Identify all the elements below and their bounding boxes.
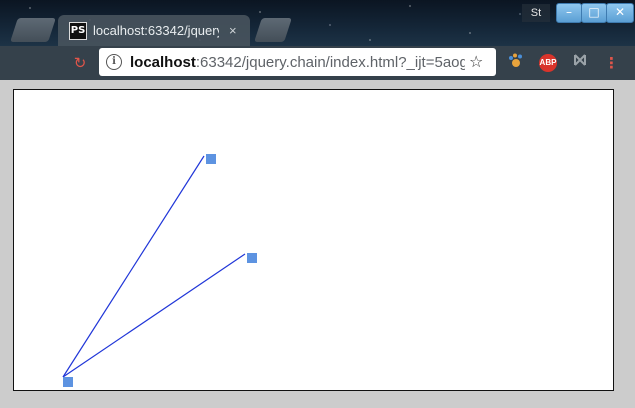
url-text[interactable]: localhost:63342/jquery.chain/index.html?… [130, 54, 465, 71]
puzzle-extension-icon[interactable] [570, 52, 590, 74]
pycharm-favicon-icon: PS [69, 21, 87, 40]
reload-icon[interactable]: ↻ [70, 52, 90, 74]
maximize-button[interactable]: □ [581, 3, 607, 23]
drag-handle-lower[interactable] [247, 253, 257, 263]
profile-label[interactable]: St [522, 4, 550, 22]
title-bar: PS localhost:63342/jquery × St – □ ✕ [0, 0, 635, 46]
drawing-area[interactable] [13, 89, 614, 391]
drag-handle-origin[interactable] [63, 377, 73, 387]
inactive-tab-left[interactable] [10, 18, 56, 42]
bookmark-star-icon[interactable]: ☆ [469, 52, 483, 72]
adblock-icon[interactable]: ABP [539, 54, 557, 72]
minimize-button[interactable]: – [556, 3, 582, 23]
url-path: :63342/jquery.chain/index.html?_ijt=5aog… [195, 53, 465, 71]
drag-handle-upper[interactable] [206, 154, 216, 164]
close-button[interactable]: ✕ [606, 3, 634, 23]
paw-extension-icon[interactable] [506, 52, 526, 74]
tab-title: localhost:63342/jquery [93, 23, 219, 38]
url-host: localhost [130, 53, 196, 71]
tab-close-icon[interactable]: × [229, 23, 237, 38]
new-tab-button[interactable] [254, 18, 292, 42]
info-icon[interactable]: i [106, 54, 122, 70]
tab-active[interactable]: PS localhost:63342/jquery × [58, 15, 250, 46]
address-bar[interactable]: i localhost:63342/jquery.chain/index.htm… [99, 48, 496, 76]
menu-icon[interactable]: ⋮ [604, 52, 619, 74]
